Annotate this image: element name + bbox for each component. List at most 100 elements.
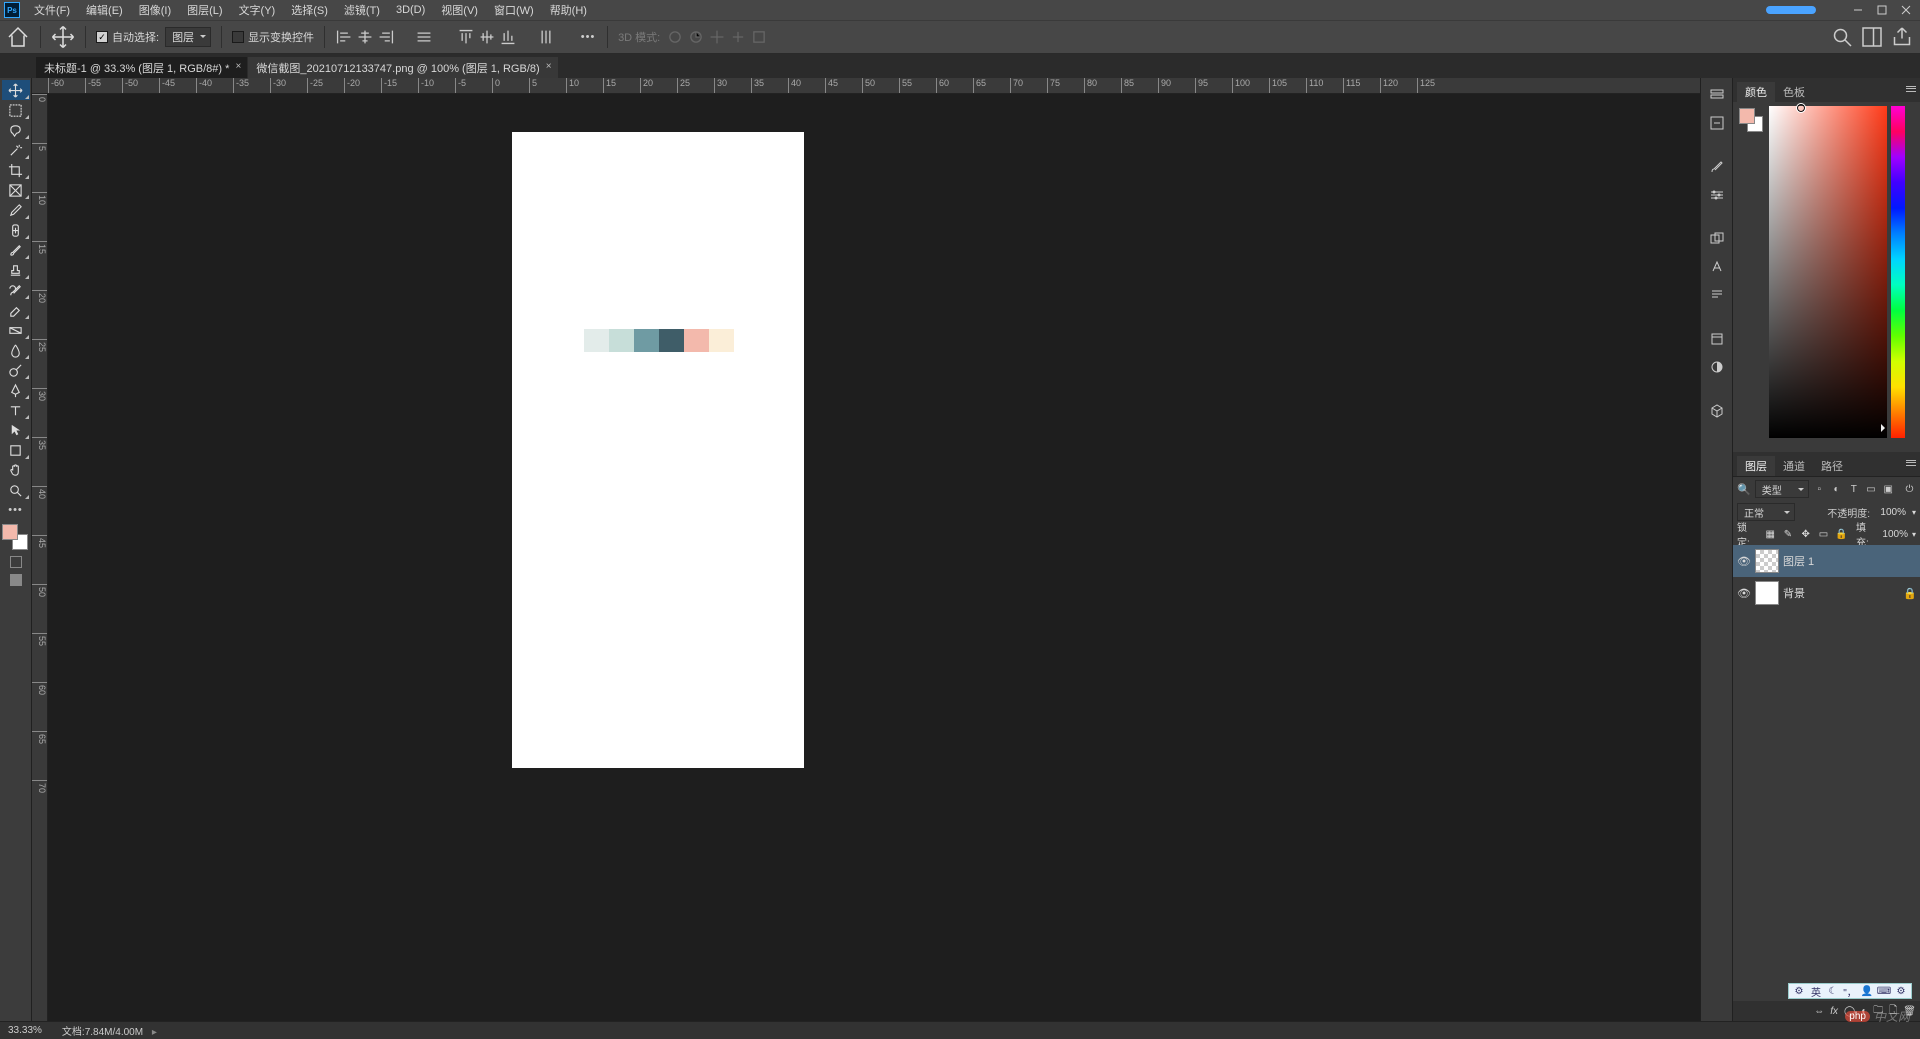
lock-paint-button[interactable]: ✎ <box>1781 527 1795 541</box>
move-tool[interactable] <box>2 80 30 100</box>
tab-swatches[interactable]: 色板 <box>1775 82 1813 102</box>
clone-source-panel-button[interactable] <box>1705 228 1729 250</box>
libraries-panel-button[interactable] <box>1705 328 1729 350</box>
paragraph-panel-button[interactable] <box>1705 284 1729 306</box>
3d-pan-button[interactable] <box>708 28 726 46</box>
align-left-button[interactable] <box>335 28 353 46</box>
layer-name[interactable]: 背景 <box>1783 585 1805 601</box>
saturation-value-picker[interactable] <box>1769 106 1887 438</box>
move-tool-indicator[interactable] <box>51 25 75 49</box>
workspace-button[interactable] <box>1860 25 1884 49</box>
edit-toolbar-button[interactable]: ••• <box>2 500 30 520</box>
search-button[interactable] <box>1830 25 1854 49</box>
gradient-tool[interactable] <box>2 320 30 340</box>
lasso-tool[interactable] <box>2 120 30 140</box>
crop-tool[interactable] <box>2 160 30 180</box>
horizontal-ruler[interactable]: -60-55-50-45-40-35-30-25-20-15-10-505101… <box>32 78 1700 94</box>
character-panel-button[interactable] <box>1705 256 1729 278</box>
menu-item-1[interactable]: 编辑(E) <box>78 0 131 21</box>
align-bottom-button[interactable] <box>499 28 517 46</box>
share-button[interactable] <box>1890 25 1914 49</box>
layer-name[interactable]: 图层 1 <box>1783 553 1814 569</box>
panel-menu-button[interactable] <box>1904 456 1918 470</box>
eyedropper-tool[interactable] <box>2 200 30 220</box>
adjustments-panel-button[interactable] <box>1705 356 1729 378</box>
close-tab-button[interactable]: × <box>233 62 243 72</box>
distribute-button[interactable] <box>415 28 433 46</box>
hue-slider-handle[interactable] <box>1881 424 1889 432</box>
filter-toggle-button[interactable]: ⏻ <box>1903 481 1916 497</box>
filter-adjust-button[interactable]: ◐ <box>1830 481 1843 497</box>
3d-roll-button[interactable] <box>687 28 705 46</box>
3d-panel-button[interactable] <box>1705 400 1729 422</box>
healing-tool[interactable] <box>2 220 30 240</box>
auto-select-checkbox[interactable]: ✓ 自动选择: <box>96 29 159 45</box>
artboard[interactable] <box>512 132 804 768</box>
3d-orbit-button[interactable] <box>666 28 684 46</box>
blur-tool[interactable] <box>2 340 30 360</box>
chevron-down-icon[interactable]: ▾ <box>1912 530 1916 539</box>
canvas-viewport[interactable] <box>48 94 1700 1021</box>
align-top-button[interactable] <box>457 28 475 46</box>
layer-visibility-toggle[interactable]: 👁 <box>1737 586 1751 600</box>
history-brush-tool[interactable] <box>2 280 30 300</box>
close-tab-button[interactable]: × <box>544 62 554 72</box>
tab-paths[interactable]: 路径 <box>1813 456 1851 476</box>
show-transform-checkbox[interactable]: 显示变换控件 <box>232 29 314 45</box>
hand-tool[interactable] <box>2 460 30 480</box>
menu-item-9[interactable]: 窗口(W) <box>486 0 542 21</box>
fill-value[interactable]: 100% <box>1882 529 1908 540</box>
align-right-button[interactable] <box>377 28 395 46</box>
menu-item-8[interactable]: 视图(V) <box>433 0 486 21</box>
search-icon[interactable]: 🔍 <box>1737 483 1751 496</box>
layer-thumbnail[interactable] <box>1755 581 1779 605</box>
tab-channels[interactable]: 通道 <box>1775 456 1813 476</box>
menu-item-5[interactable]: 选择(S) <box>283 0 336 21</box>
filter-image-button[interactable]: ▫ <box>1813 481 1826 497</box>
menu-item-4[interactable]: 文字(Y) <box>231 0 284 21</box>
tab-color[interactable]: 颜色 <box>1737 82 1775 102</box>
vertical-ruler[interactable]: 0510152025303540455055606570 <box>32 94 48 1021</box>
layer-thumbnail[interactable] <box>1755 549 1779 573</box>
hue-slider[interactable] <box>1891 106 1905 438</box>
align-center-h-button[interactable] <box>356 28 374 46</box>
type-tool[interactable] <box>2 400 30 420</box>
magic-wand-tool[interactable] <box>2 140 30 160</box>
menu-item-6[interactable]: 滤镜(T) <box>336 0 388 21</box>
brushes-panel-button[interactable] <box>1705 156 1729 178</box>
lock-all-button[interactable]: 🔒 <box>1834 527 1848 541</box>
layer-row-1[interactable]: 👁背景🔒 <box>1733 577 1920 609</box>
3d-slide-button[interactable] <box>729 28 747 46</box>
window-minimize-button[interactable] <box>1846 1 1870 19</box>
foreground-background-color[interactable] <box>2 524 28 550</box>
zoom-level[interactable]: 33.33% <box>8 1025 42 1036</box>
path-select-tool[interactable] <box>2 420 30 440</box>
document-tab-1[interactable]: 微信截图_20210712133747.png @ 100% (图层 1, RG… <box>248 56 557 78</box>
eraser-tool[interactable] <box>2 300 30 320</box>
home-button[interactable] <box>6 25 30 49</box>
more-options-button[interactable]: ••• <box>579 28 597 46</box>
properties-panel-button[interactable] <box>1705 112 1729 134</box>
tab-layers[interactable]: 图层 <box>1737 456 1775 476</box>
layer-fx-button[interactable]: fx <box>1830 1006 1838 1017</box>
chevron-down-icon[interactable]: ▾ <box>1912 508 1916 517</box>
layer-visibility-toggle[interactable]: 👁 <box>1737 554 1751 568</box>
color-panel-fgbg[interactable] <box>1739 108 1763 132</box>
menu-item-10[interactable]: 帮助(H) <box>542 0 595 21</box>
lock-position-button[interactable]: ✥ <box>1799 527 1813 541</box>
brush-settings-panel-button[interactable] <box>1705 184 1729 206</box>
layer-row-0[interactable]: 👁 图层 1 <box>1733 545 1920 577</box>
align-vertical-button[interactable] <box>537 28 555 46</box>
marquee-tool[interactable] <box>2 100 30 120</box>
filter-type-button[interactable]: T <box>1847 481 1860 497</box>
auto-select-target-dropdown[interactable]: 图层 <box>165 27 211 47</box>
layer-filter-dropdown[interactable]: 类型 <box>1755 480 1809 498</box>
menu-item-2[interactable]: 图像(I) <box>131 0 179 21</box>
panel-menu-button[interactable] <box>1904 82 1918 96</box>
menu-item-3[interactable]: 图层(L) <box>179 0 230 21</box>
dodge-tool[interactable] <box>2 360 30 380</box>
window-maximize-button[interactable] <box>1870 1 1894 19</box>
lock-artboard-button[interactable]: ▭ <box>1817 527 1831 541</box>
pen-tool[interactable] <box>2 380 30 400</box>
menu-item-7[interactable]: 3D(D) <box>388 1 433 19</box>
